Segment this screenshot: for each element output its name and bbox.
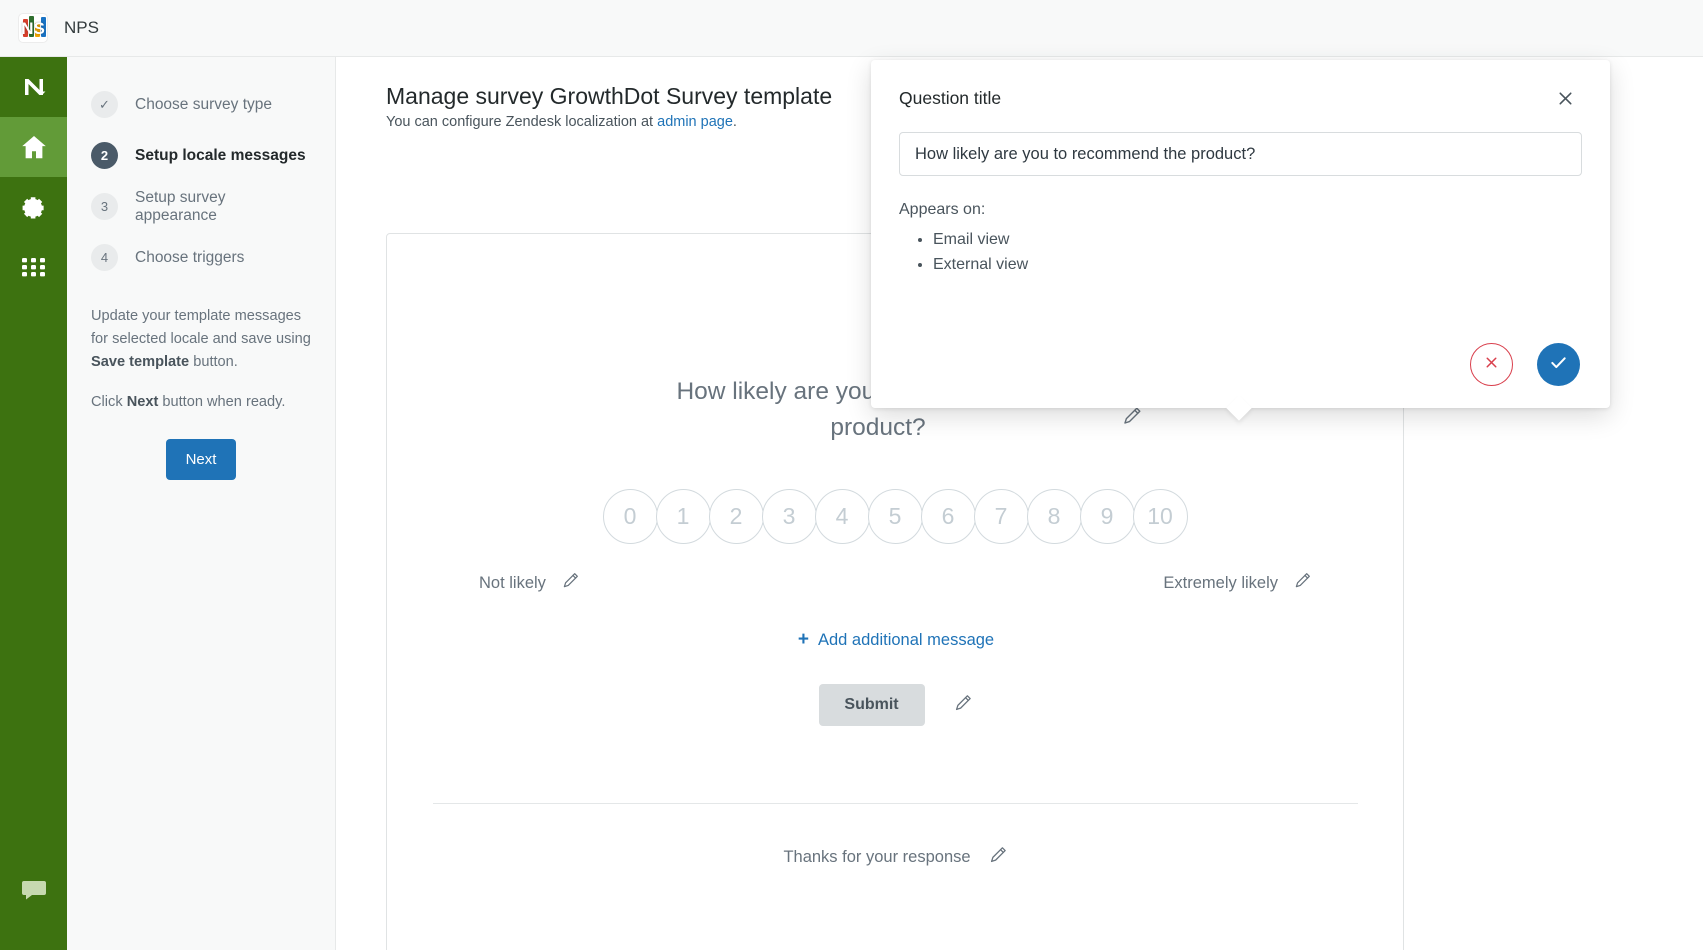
help-text-2a: Click	[91, 394, 127, 410]
pencil-icon[interactable]	[1292, 570, 1313, 596]
wizard-step-badge: ✓	[91, 91, 118, 118]
scale-endpoint-labels: Not likely Extremely likely	[387, 570, 1405, 596]
add-additional-message-row: + Add additional message	[387, 629, 1405, 651]
wizard-step-setup-survey-appearance[interactable]: 3 Setup survey appearance	[91, 181, 311, 232]
top-bar: NS NPS	[0, 0, 1703, 57]
nps-option-4[interactable]: 4	[814, 489, 870, 544]
nps-option-6[interactable]: 6	[920, 489, 976, 544]
submit-row: Submit	[387, 684, 1405, 726]
help-text-2c: button when ready.	[158, 394, 286, 410]
help-text-1a: Update your template messages for select…	[91, 308, 311, 347]
card-divider	[433, 803, 1358, 804]
thanks-message-row: Thanks for your response	[387, 844, 1405, 871]
subtitle-prefix: You can configure Zendesk localization a…	[386, 114, 658, 130]
app-title: NPS	[64, 18, 99, 37]
wizard-step-choose-triggers[interactable]: 4 Choose triggers	[91, 232, 311, 283]
appears-on-label: Appears on:	[899, 201, 986, 218]
plus-icon: +	[797, 629, 809, 650]
help-text-save-template: Save template	[91, 354, 190, 370]
appears-on-item: Email view	[933, 227, 1610, 252]
nps-option-1[interactable]: 1	[655, 489, 711, 544]
pencil-icon[interactable]	[952, 692, 974, 719]
submit-button[interactable]: Submit	[818, 684, 925, 726]
help-text-1c: button.	[189, 354, 238, 370]
help-text-next: Next	[126, 394, 159, 410]
wizard-sidebar: ✓ Choose survey type 2 Setup locale mess…	[67, 57, 336, 950]
rail-item-settings[interactable]	[0, 177, 67, 237]
nps-option-5[interactable]: 5	[867, 489, 923, 544]
question-title-input[interactable]	[899, 132, 1582, 176]
rail-item-home[interactable]	[0, 117, 67, 177]
close-icon[interactable]	[1556, 89, 1575, 108]
home-icon	[19, 132, 49, 162]
rail-item-apps[interactable]	[0, 237, 67, 297]
add-additional-message-button[interactable]: + Add additional message	[798, 629, 994, 651]
low-label-text: Not likely	[479, 573, 546, 592]
gear-icon	[20, 194, 47, 221]
nicereply-logo-icon	[20, 73, 48, 101]
wizard-step-setup-locale-messages[interactable]: 2 Setup locale messages	[91, 130, 311, 181]
wizard-step-badge: 3	[91, 193, 118, 220]
nps-option-10[interactable]: 10	[1132, 489, 1188, 544]
add-additional-message-label: Add additional message	[817, 630, 995, 649]
wizard-step-badge: 4	[91, 244, 118, 271]
pencil-icon[interactable]	[987, 844, 1009, 871]
cancel-x-icon	[1483, 354, 1500, 376]
nps-option-3[interactable]: 3	[761, 489, 817, 544]
popover-title: Question title	[899, 88, 1002, 108]
nps-logo-icon: NS	[18, 13, 48, 43]
wizard-help-paragraph-1: Update your template messages for select…	[91, 305, 311, 374]
nps-scale: 0 1 2 3 4 5 6 7 8 9 10	[387, 489, 1405, 544]
wizard-step-badge: 2	[91, 142, 118, 169]
cancel-button[interactable]	[1470, 343, 1513, 386]
pencil-icon[interactable]	[1120, 404, 1144, 433]
rail-item-brand-logo[interactable]	[0, 57, 67, 117]
nps-option-9[interactable]: 9	[1079, 489, 1135, 544]
rail-item-support-chat[interactable]	[0, 860, 67, 920]
nps-option-7[interactable]: 7	[973, 489, 1029, 544]
popover-actions	[1470, 343, 1580, 386]
admin-page-link[interactable]: admin page	[657, 114, 733, 130]
logo-glyph: NS	[21, 19, 45, 38]
low-label-group: Not likely	[479, 570, 581, 596]
nps-option-0[interactable]: 0	[602, 489, 658, 544]
left-nav-rail	[0, 57, 67, 950]
chat-icon	[21, 879, 47, 901]
pencil-icon[interactable]	[560, 570, 581, 596]
wizard-step-choose-survey-type[interactable]: ✓ Choose survey type	[91, 79, 311, 130]
wizard-help-paragraph-2: Click Next button when ready.	[91, 391, 311, 414]
nps-option-2[interactable]: 2	[708, 489, 764, 544]
wizard-help-text: Update your template messages for select…	[91, 305, 311, 414]
subtitle-suffix: .	[732, 114, 737, 130]
question-title-popover: Question title Appears on: Email view Ex…	[871, 60, 1610, 421]
wizard-step-label: Setup survey appearance	[135, 188, 226, 224]
wizard-step-label: Choose survey type	[135, 95, 272, 113]
popover-header: Question title	[871, 60, 1610, 109]
confirm-button[interactable]	[1537, 343, 1580, 386]
nps-option-8[interactable]: 8	[1026, 489, 1082, 544]
next-button[interactable]: Next	[166, 439, 236, 480]
check-icon	[1548, 352, 1569, 378]
high-label-group: Extremely likely	[1163, 570, 1313, 596]
grid-apps-icon	[21, 257, 47, 277]
wizard-step-label: Choose triggers	[135, 248, 245, 266]
appears-on-list: Email view External view	[933, 227, 1610, 277]
appears-on-item: External view	[933, 252, 1610, 277]
high-label-text: Extremely likely	[1163, 573, 1278, 592]
thanks-message-text: Thanks for your response	[783, 848, 971, 866]
wizard-step-label: Setup locale messages	[135, 146, 306, 164]
